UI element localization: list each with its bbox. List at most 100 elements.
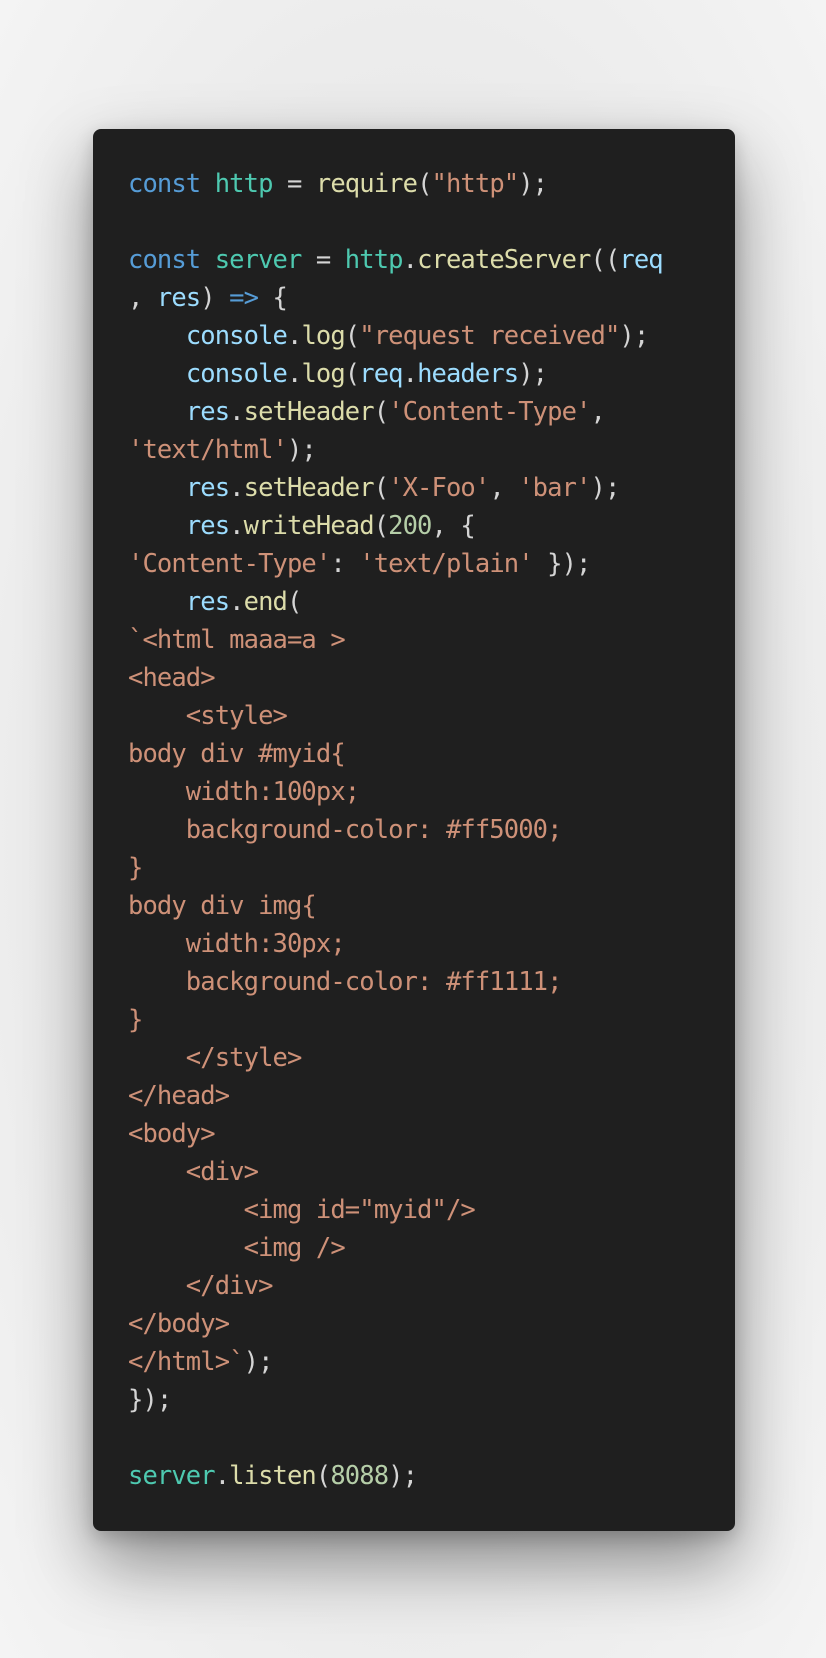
code-token: createServer — [417, 245, 591, 275]
code-token: </body> — [128, 1309, 230, 1339]
code-line: </head> — [128, 1077, 708, 1115]
code-token: <style> — [128, 701, 288, 731]
code-line: }); — [128, 1381, 708, 1419]
code-token: body div img{ — [128, 891, 317, 921]
code-token: . — [229, 473, 244, 503]
code-token: </style> — [128, 1043, 303, 1073]
code-token: ( — [286, 587, 302, 617]
code-token: </head> — [128, 1081, 230, 1111]
code-token: . — [402, 245, 418, 275]
code-token: background-color: #ff1111; — [128, 967, 563, 997]
code-token: ( — [373, 397, 389, 427]
code-line: } — [128, 849, 708, 887]
code-line: 'text/html'); — [128, 431, 708, 469]
code-token: log — [301, 359, 345, 389]
code-token: 'bar' — [518, 473, 591, 503]
code-token: <img id="myid"/> — [128, 1195, 476, 1225]
code-line: 'Content-Type': 'text/plain' }); — [128, 545, 708, 583]
code-token: console — [185, 321, 288, 351]
code-line: width:30px; — [128, 925, 708, 963]
code-token: } — [128, 1005, 143, 1035]
code-token: <body> — [128, 1119, 216, 1149]
code-token: 200 — [388, 511, 432, 541]
code-token: width:100px; — [128, 777, 360, 807]
code-line: background-color: #ff5000; — [128, 811, 708, 849]
code-token: ( — [344, 321, 360, 351]
code-token: </div> — [128, 1271, 274, 1301]
code-token: ); — [518, 169, 548, 199]
code-token: ( — [373, 511, 389, 541]
code-line: width:100px; — [128, 773, 708, 811]
code-token: }); — [532, 549, 591, 579]
code-token: { — [258, 283, 288, 313]
code-token: end — [243, 587, 288, 617]
code-token: 'text/plain' — [359, 549, 533, 579]
code-token: 'Content-Type' — [128, 549, 331, 579]
code-token: background-color: #ff5000; — [128, 815, 563, 845]
code-token: body div #myid{ — [128, 739, 346, 769]
code-token: </html>` — [128, 1347, 245, 1377]
code-line: <div> — [128, 1153, 708, 1191]
code-token: . — [286, 359, 302, 389]
code-token: res — [185, 397, 230, 427]
code-token: setHeader — [243, 473, 375, 503]
code-line: body div img{ — [128, 887, 708, 925]
code-token: <div> — [128, 1157, 259, 1187]
code-token: http — [214, 169, 274, 199]
code-token: ); — [518, 359, 548, 389]
code-token: . — [229, 587, 244, 617]
code-token: 'text/html' — [128, 435, 288, 465]
code-token: = — [272, 169, 316, 199]
code-token: <img /> — [128, 1233, 346, 1263]
code-token: = — [301, 245, 345, 275]
code-token: ); — [388, 1461, 418, 1491]
code-token: . — [214, 1461, 230, 1491]
code-token: req — [619, 245, 663, 275]
code-token: server — [128, 1461, 216, 1491]
code-token: const — [128, 169, 201, 199]
code-snippet-card: const http = require("http"); const serv… — [93, 129, 735, 1531]
code-line: </div> — [128, 1267, 708, 1305]
code-line: </style> — [128, 1039, 708, 1077]
code-token: , — [128, 283, 157, 313]
code-token: res — [185, 511, 230, 541]
code-line: } — [128, 1001, 708, 1039]
code-token: }); — [128, 1385, 172, 1415]
code-token: "http" — [431, 169, 520, 199]
code-token: ); — [590, 473, 621, 503]
code-token: headers — [417, 359, 519, 389]
code-line: server.listen(8088); — [128, 1457, 708, 1495]
code-token: 8088 — [330, 1461, 389, 1491]
code-line: <img /> — [128, 1229, 708, 1267]
code-token: ); — [286, 435, 317, 465]
code-token: writeHead — [243, 511, 375, 541]
code-token: 'Content-Type' — [388, 397, 591, 427]
code-token: . — [229, 511, 244, 541]
code-line: res.writeHead(200, { — [128, 507, 708, 545]
code-line: body div #myid{ — [128, 735, 708, 773]
code-line: const server = http.createServer((req — [128, 241, 708, 279]
code-line: res.setHeader('Content-Type', — [128, 393, 708, 431]
code-line: , res) => { — [128, 279, 708, 317]
code-token: const — [128, 245, 201, 275]
code-line: const http = require("http"); — [128, 165, 708, 203]
code-line: </body> — [128, 1305, 708, 1343]
code-token: `<html maaa=a > — [128, 625, 346, 655]
code-token: require — [315, 169, 418, 199]
code-line: console.log(req.headers); — [128, 355, 708, 393]
code-line: `<html maaa=a > — [128, 621, 708, 659]
code-token: 'X-Foo' — [388, 473, 490, 503]
code-token: req — [359, 359, 403, 389]
code-token: . — [402, 359, 418, 389]
code-token: setHeader — [243, 397, 375, 427]
code-token: "request received" — [359, 321, 620, 351]
code-token: ) — [200, 283, 230, 313]
